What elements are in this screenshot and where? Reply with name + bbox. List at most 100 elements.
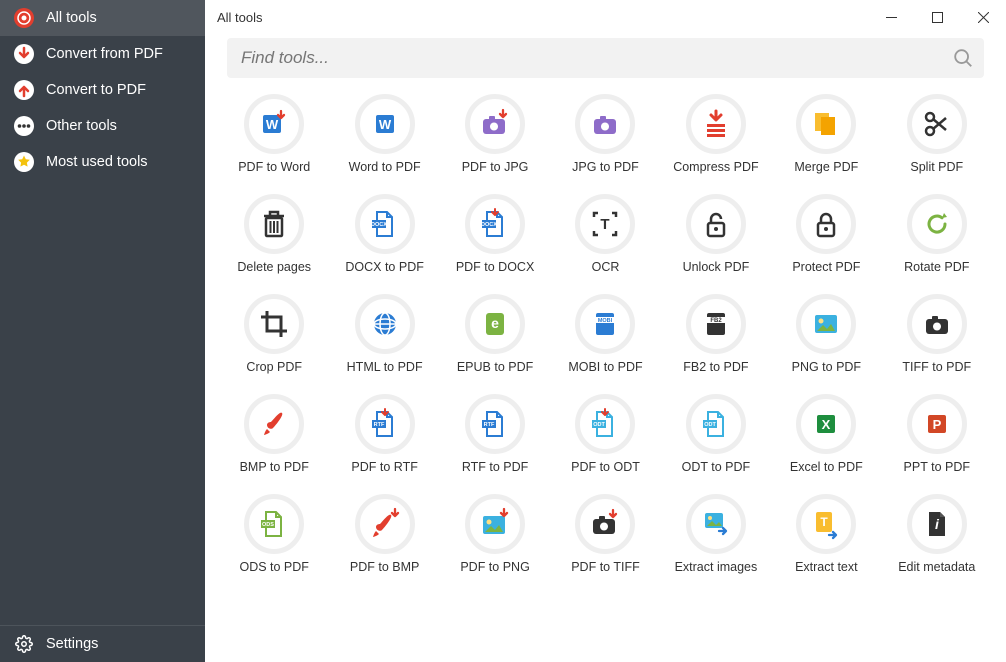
sidebar-item-other-tools[interactable]: Other tools (0, 108, 205, 144)
tool-label: Extract text (795, 560, 858, 574)
tool-label: PPT to PDF (904, 460, 970, 474)
word-in-icon: W (244, 94, 304, 154)
tool-bmp-to-pdf[interactable]: BMP to PDF (219, 394, 329, 474)
tool-label: Merge PDF (794, 160, 858, 174)
word-icon: W (355, 94, 415, 154)
tool-rotate-pdf[interactable]: Rotate PDF (882, 194, 992, 274)
tool-label: ODT to PDF (682, 460, 751, 474)
odt-icon: ODT (686, 394, 746, 454)
tool-mobi-to-pdf[interactable]: MOBIMOBI to PDF (550, 294, 660, 374)
tool-pdf-to-bmp[interactable]: PDF to BMP (329, 494, 439, 574)
tool-label: PDF to JPG (462, 160, 529, 174)
tool-label: Rotate PDF (904, 260, 969, 274)
tool-pdf-to-odt[interactable]: ODTPDF to ODT (550, 394, 660, 474)
tool-png-to-pdf[interactable]: PNG to PDF (771, 294, 881, 374)
tool-label: Split PDF (910, 160, 963, 174)
globe-icon (355, 294, 415, 354)
tool-pdf-to-rtf[interactable]: RTFPDF to RTF (329, 394, 439, 474)
titlebar: All tools (205, 0, 1006, 34)
tool-label: PDF to Word (238, 160, 310, 174)
sidebar-item-convert-from-pdf[interactable]: Convert from PDF (0, 36, 205, 72)
dots-icon (14, 116, 34, 136)
tool-unlock-pdf[interactable]: Unlock PDF (661, 194, 771, 274)
close-button[interactable] (960, 0, 1006, 34)
svg-text:DOCX: DOCX (371, 222, 387, 228)
tool-label: PDF to DOCX (456, 260, 535, 274)
tool-split-pdf[interactable]: Split PDF (882, 94, 992, 174)
tool-ocr[interactable]: TOCR (550, 194, 660, 274)
docx-in-icon: DOCX (465, 194, 525, 254)
tool-extract-images[interactable]: Extract images (661, 494, 771, 574)
tool-crop-pdf[interactable]: Crop PDF (219, 294, 329, 374)
search-icon (952, 47, 974, 69)
tool-jpg-to-pdf[interactable]: JPG to PDF (550, 94, 660, 174)
tool-edit-metadata[interactable]: i Edit metadata (882, 494, 992, 574)
svg-text:MOBI: MOBI (598, 318, 613, 324)
tool-pdf-to-jpg[interactable]: PDF to JPG (440, 94, 550, 174)
tool-pdf-to-png[interactable]: PDF to PNG (440, 494, 550, 574)
tool-label: Delete pages (237, 260, 311, 274)
tool-label: FB2 to PDF (683, 360, 748, 374)
tool-label: Unlock PDF (683, 260, 750, 274)
tool-html-to-pdf[interactable]: HTML to PDF (329, 294, 439, 374)
tool-epub-to-pdf[interactable]: eEPUB to PDF (440, 294, 550, 374)
window-controls (868, 0, 1006, 34)
trash-icon (244, 194, 304, 254)
search-input[interactable] (227, 38, 984, 78)
maximize-button[interactable] (914, 0, 960, 34)
svg-text:DOCX: DOCX (481, 222, 497, 228)
rtf-in-icon: RTF (355, 394, 415, 454)
tool-odt-to-pdf[interactable]: ODT ODT to PDF (661, 394, 771, 474)
compress-icon (686, 94, 746, 154)
tool-merge-pdf[interactable]: Merge PDF (771, 94, 881, 174)
tool-word-to-pdf[interactable]: WWord to PDF (329, 94, 439, 174)
svg-text:P: P (932, 417, 941, 432)
tool-fb2-to-pdf[interactable]: FB2 FB2 to PDF (661, 294, 771, 374)
extract-img-icon (686, 494, 746, 554)
sidebar-item-most-used-tools[interactable]: Most used tools (0, 144, 205, 180)
excel-icon: X (796, 394, 856, 454)
tool-label: ODS to PDF (239, 560, 308, 574)
tool-label: DOCX to PDF (345, 260, 424, 274)
sidebar-item-convert-to-pdf[interactable]: Convert to PDF (0, 72, 205, 108)
sidebar-item-label: Most used tools (46, 154, 148, 170)
tool-pdf-to-docx[interactable]: DOCX PDF to DOCX (440, 194, 550, 274)
tool-excel-to-pdf[interactable]: XExcel to PDF (771, 394, 881, 474)
arrow-up-icon (14, 80, 34, 100)
tool-label: Edit metadata (898, 560, 975, 574)
tool-label: Protect PDF (792, 260, 860, 274)
tool-label: Crop PDF (246, 360, 302, 374)
svg-text:T: T (821, 515, 829, 529)
tool-ppt-to-pdf[interactable]: P PPT to PDF (882, 394, 992, 474)
metadata-icon: i (907, 494, 967, 554)
svg-text:T: T (601, 216, 610, 233)
svg-text:ODS: ODS (262, 522, 274, 528)
tool-extract-text[interactable]: T Extract text (771, 494, 881, 574)
tool-label: RTF to PDF (462, 460, 528, 474)
settings-button[interactable]: Settings (0, 626, 205, 662)
gear-icon (14, 634, 34, 654)
tool-tiff-to-pdf[interactable]: TIFF to PDF (882, 294, 992, 374)
tool-delete-pages[interactable]: Delete pages (219, 194, 329, 274)
camera-in2-icon (575, 494, 635, 554)
rtf-icon: RTF (465, 394, 525, 454)
lock-icon (796, 194, 856, 254)
tool-ods-to-pdf[interactable]: ODS ODS to PDF (219, 494, 329, 574)
tool-rtf-to-pdf[interactable]: RTF RTF to PDF (440, 394, 550, 474)
tool-label: PDF to BMP (350, 560, 419, 574)
sidebar-item-all-tools[interactable]: All tools (0, 0, 205, 36)
tool-docx-to-pdf[interactable]: DOCX DOCX to PDF (329, 194, 439, 274)
svg-text:FB2: FB2 (710, 318, 722, 324)
tool-pdf-to-tiff[interactable]: PDF to TIFF (550, 494, 660, 574)
camera-icon (575, 94, 635, 154)
svg-text:W: W (266, 117, 279, 132)
search-region (205, 34, 1006, 84)
tool-compress-pdf[interactable]: Compress PDF (661, 94, 771, 174)
unlock-icon (686, 194, 746, 254)
svg-text:RTF: RTF (484, 422, 495, 428)
minimize-button[interactable] (868, 0, 914, 34)
epub-icon: e (465, 294, 525, 354)
tool-pdf-to-word[interactable]: W PDF to Word (219, 94, 329, 174)
ocr-icon: T (575, 194, 635, 254)
tool-protect-pdf[interactable]: Protect PDF (771, 194, 881, 274)
